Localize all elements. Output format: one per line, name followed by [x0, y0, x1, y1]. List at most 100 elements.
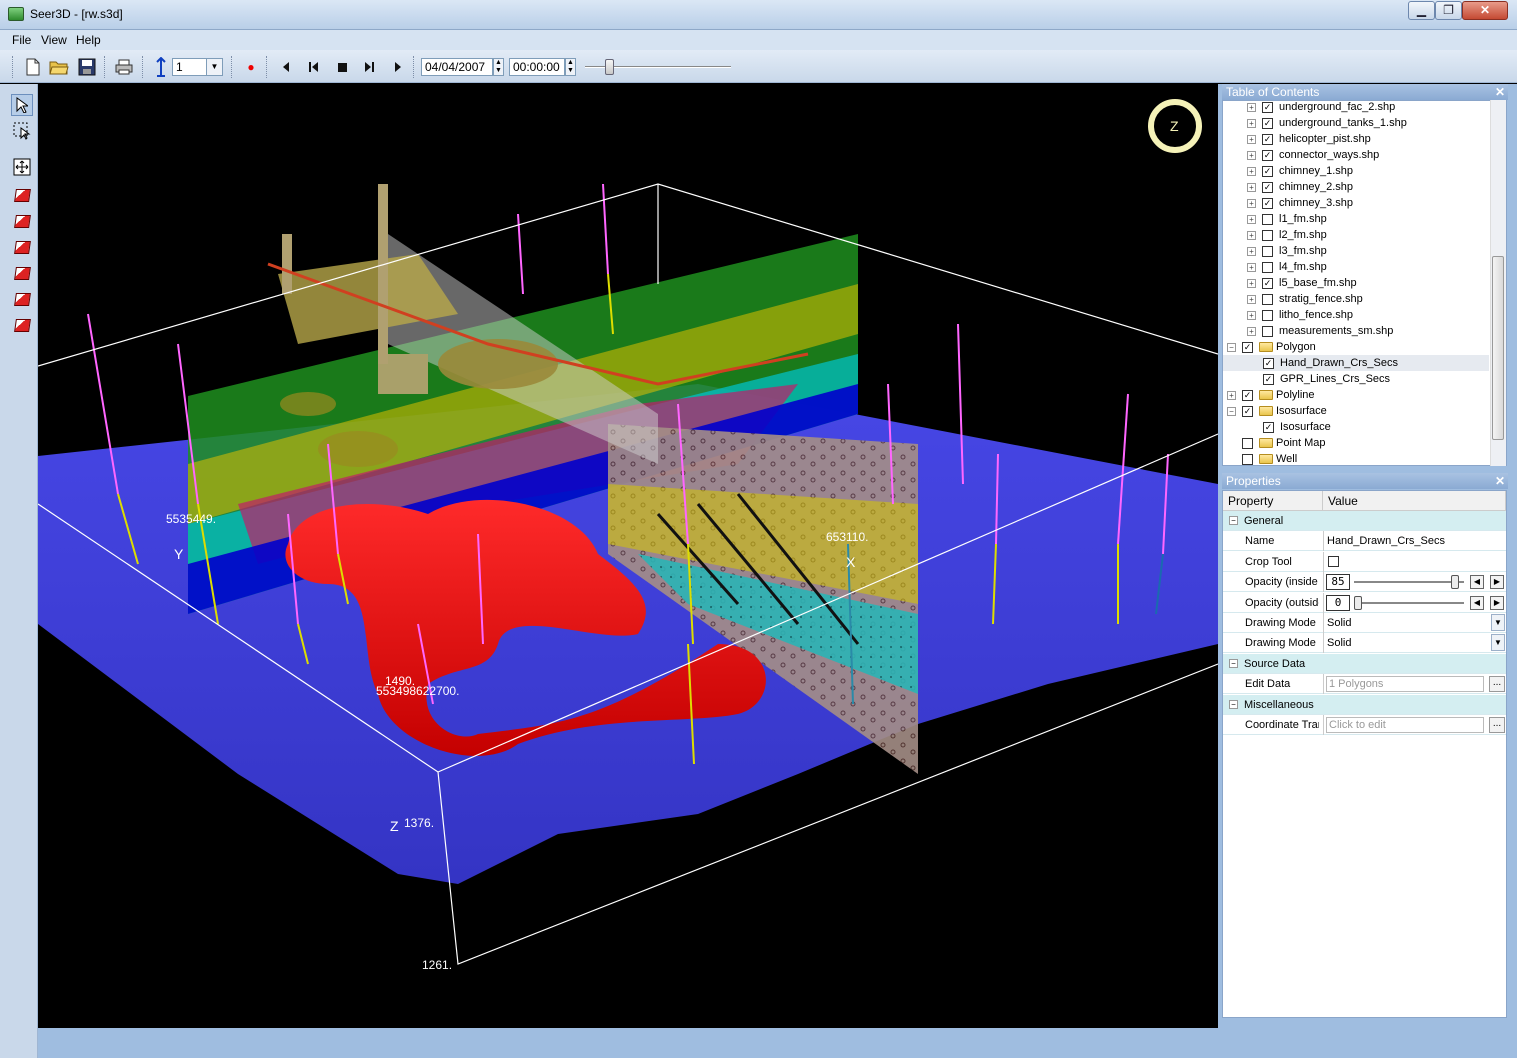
property-column-header[interactable]: Property: [1223, 491, 1323, 511]
increase-icon[interactable]: ▶: [1490, 575, 1504, 590]
property-row[interactable]: Drawing Mode (Solid ▼: [1223, 613, 1506, 633]
minimize-button[interactable]: ▁: [1408, 1, 1435, 20]
toc-item[interactable]: + ✓ chimney_1.shp: [1223, 163, 1489, 179]
toc-checkbox[interactable]: ✓: [1262, 117, 1273, 129]
value-column-header[interactable]: Value: [1323, 491, 1506, 511]
property-row[interactable]: Edit Data 1 Polygons...: [1223, 674, 1506, 695]
toc-item[interactable]: + l3_fm.shp: [1223, 243, 1489, 259]
time-input[interactable]: 00:00:00: [509, 58, 565, 76]
toc-checkbox[interactable]: [1262, 293, 1273, 305]
expand-icon[interactable]: +: [1247, 262, 1256, 272]
property-value[interactable]: 1 Polygons...: [1323, 674, 1506, 695]
property-value[interactable]: Click to edit...: [1323, 715, 1506, 735]
decrease-icon[interactable]: ◀: [1470, 595, 1484, 610]
step-forward-icon[interactable]: [358, 56, 380, 78]
toc-item[interactable]: + ✓ helicopter_pist.shp: [1223, 131, 1489, 147]
toc-item[interactable]: + l4_fm.shp: [1223, 259, 1489, 275]
expand-icon[interactable]: +: [1247, 150, 1256, 160]
record-icon[interactable]: ●: [240, 56, 262, 78]
date-input[interactable]: 04/04/2007: [421, 58, 493, 76]
property-value[interactable]: 0 ◀ ▶: [1323, 592, 1506, 613]
time-spinner[interactable]: ▲ ▼: [565, 58, 576, 76]
toc-item[interactable]: + ✓ chimney_3.shp: [1223, 195, 1489, 211]
view-front-icon[interactable]: [11, 184, 33, 206]
collapse-icon[interactable]: −: [1227, 342, 1236, 352]
toc-item[interactable]: Well: [1223, 451, 1489, 465]
toc-checkbox[interactable]: [1242, 437, 1253, 449]
toc-item[interactable]: − ✓ Polygon: [1223, 339, 1489, 355]
opacity-slider-track[interactable]: [1354, 581, 1464, 584]
expand-icon[interactable]: +: [1247, 310, 1256, 320]
expand-icon[interactable]: +: [1247, 198, 1256, 208]
toc-checkbox[interactable]: ✓: [1242, 389, 1253, 401]
chevron-down-icon[interactable]: ▼: [1491, 614, 1505, 631]
toc-checkbox[interactable]: ✓: [1263, 421, 1274, 433]
chevron-down-icon[interactable]: ▼: [1491, 634, 1505, 652]
opacity-slider-thumb[interactable]: [1451, 575, 1459, 590]
open-folder-icon[interactable]: [48, 56, 70, 78]
toc-checkbox[interactable]: ✓: [1262, 149, 1273, 161]
time-slider-thumb[interactable]: [605, 59, 614, 75]
toc-scrollbar-thumb[interactable]: [1492, 256, 1504, 440]
property-row[interactable]: Name Hand_Drawn_Crs_Secs: [1223, 531, 1506, 552]
toc-checkbox[interactable]: [1262, 261, 1273, 273]
toc-checkbox[interactable]: ✓: [1263, 373, 1274, 385]
view-back-icon[interactable]: [11, 210, 33, 232]
toc-item[interactable]: ✓ Hand_Drawn_Crs_Secs: [1223, 355, 1489, 371]
toc-item[interactable]: ✓ GPR_Lines_Crs_Secs: [1223, 371, 1489, 387]
toc-item[interactable]: + ✓ l5_base_fm.shp: [1223, 275, 1489, 291]
go-end-icon[interactable]: [387, 56, 409, 78]
expand-icon[interactable]: +: [1247, 134, 1256, 144]
toc-checkbox[interactable]: ✓: [1242, 405, 1253, 417]
toc-item[interactable]: + ✓ Polyline: [1223, 387, 1489, 403]
toc-checkbox[interactable]: [1242, 453, 1253, 465]
expand-icon[interactable]: +: [1247, 182, 1256, 192]
crop-tool-checkbox[interactable]: [1328, 555, 1339, 567]
toc-item[interactable]: ✓ Isosurface: [1223, 419, 1489, 435]
save-icon[interactable]: [76, 56, 98, 78]
expand-icon[interactable]: +: [1247, 214, 1256, 224]
property-row[interactable]: Opacity (inside c 85 ◀ ▶: [1223, 572, 1506, 593]
expand-icon[interactable]: +: [1247, 294, 1256, 304]
property-value[interactable]: [1323, 551, 1506, 572]
opacity-slider-track[interactable]: [1354, 601, 1464, 604]
toc-checkbox[interactable]: ✓: [1262, 277, 1273, 289]
box-select-icon[interactable]: [11, 120, 33, 142]
toc-item[interactable]: + ✓ underground_tanks_1.shp: [1223, 115, 1489, 131]
view-top-icon[interactable]: [11, 288, 33, 310]
date-spinner[interactable]: ▲ ▼: [493, 58, 504, 76]
toc-item[interactable]: − ✓ Isosurface: [1223, 403, 1489, 419]
new-file-icon[interactable]: [22, 56, 44, 78]
collapse-icon[interactable]: −: [1227, 406, 1236, 416]
property-row[interactable]: Opacity (outside 0 ◀ ▶: [1223, 592, 1506, 613]
decrease-icon[interactable]: ◀: [1470, 575, 1484, 590]
toc-checkbox[interactable]: [1262, 245, 1273, 257]
view-left-icon[interactable]: [11, 236, 33, 258]
property-value[interactable]: Solid ▼: [1323, 613, 1506, 633]
property-value[interactable]: Solid ▼: [1323, 633, 1506, 654]
toc-checkbox[interactable]: ✓: [1262, 101, 1273, 113]
stop-icon[interactable]: [331, 56, 353, 78]
collapse-icon[interactable]: −: [1229, 658, 1238, 668]
expand-icon[interactable]: +: [1227, 390, 1236, 400]
toc-checkbox[interactable]: ✓: [1262, 165, 1273, 177]
expand-icon[interactable]: +: [1247, 102, 1256, 112]
toc-item[interactable]: + ✓ underground_fac_2.shp: [1223, 101, 1489, 115]
maximize-button[interactable]: ❐: [1435, 1, 1462, 20]
select-arrow-icon[interactable]: [11, 94, 33, 116]
toc-checkbox[interactable]: [1262, 229, 1273, 241]
toc-item[interactable]: + ✓ chimney_2.shp: [1223, 179, 1489, 195]
property-edit-field[interactable]: 1 Polygons: [1326, 676, 1484, 693]
expand-icon[interactable]: +: [1247, 246, 1256, 256]
toc-item[interactable]: Point Map: [1223, 435, 1489, 451]
property-category[interactable]: − Source Data: [1223, 653, 1506, 674]
increase-icon[interactable]: ▶: [1490, 595, 1504, 610]
layer-value-input[interactable]: 1: [172, 58, 208, 76]
toc-checkbox[interactable]: [1262, 325, 1273, 337]
property-category[interactable]: − General: [1223, 511, 1506, 531]
toc-item[interactable]: + ✓ connector_ways.shp: [1223, 147, 1489, 163]
collapse-icon[interactable]: −: [1229, 699, 1238, 709]
property-category[interactable]: − Miscellaneous: [1223, 694, 1506, 715]
toc-checkbox[interactable]: [1262, 213, 1273, 225]
toc-checkbox[interactable]: ✓: [1242, 341, 1253, 353]
